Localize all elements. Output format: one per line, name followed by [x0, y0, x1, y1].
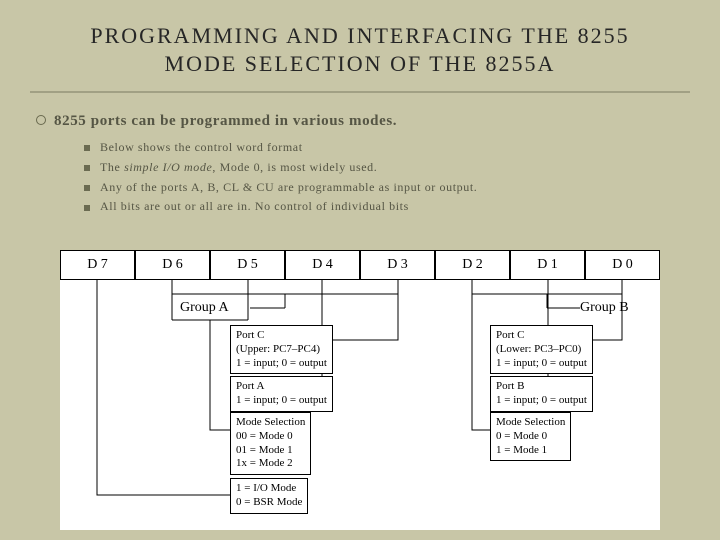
- port-c-lower-box: Port C (Lower: PC3–PC0) 1 = input; 0 = o…: [490, 325, 593, 374]
- mode-b-1: 0 = Mode 0: [496, 430, 565, 444]
- square-bullet-icon: [84, 165, 90, 171]
- port-c-lower-sub: (Lower: PC3–PC0): [496, 343, 587, 357]
- sub-bullet-2-post: , Mode 0, is most widely used.: [212, 160, 377, 174]
- title-line-2: MODE SELECTION OF THE 8255A: [40, 50, 680, 78]
- port-c-lower-title: Port C: [496, 329, 587, 343]
- content: 8255 ports can be programmed in various …: [0, 93, 720, 217]
- diagram: D 7 D 6 D 5 D 4 D 3 D 2 D 1 D 0: [60, 250, 660, 530]
- sub-bullet-4: All bits are out or all are in. No contr…: [84, 197, 684, 217]
- bit-d1: D 1: [510, 250, 585, 280]
- square-bullet-icon: [84, 185, 90, 191]
- bits-row: D 7 D 6 D 5 D 4 D 3 D 2 D 1 D 0: [60, 250, 660, 280]
- port-c-upper-io: 1 = input; 0 = output: [236, 357, 327, 371]
- sub-bullet-1-text: Below shows the control word format: [100, 140, 303, 154]
- bit-d0: D 0: [585, 250, 660, 280]
- port-c-upper-title: Port C: [236, 329, 327, 343]
- sub-bullet-2-em: simple I/O mode: [124, 160, 212, 174]
- main-bullet-text: 8255 ports can be programmed in various …: [54, 113, 397, 130]
- mode-a-1: 00 = Mode 0: [236, 430, 305, 444]
- sub-bullet-4-text: All bits are out or all are in. No contr…: [100, 199, 409, 213]
- bit-d6: D 6: [135, 250, 210, 280]
- title-line-1: PROGRAMMING AND INTERFACING THE 8255: [40, 22, 680, 50]
- port-a-io: 1 = input; 0 = output: [236, 394, 327, 408]
- bit-d2: D 2: [435, 250, 510, 280]
- mode-b-title: Mode Selection: [496, 416, 565, 430]
- bit-d7: D 7: [60, 250, 135, 280]
- sub-bullets: Below shows the control word format The …: [84, 138, 684, 217]
- mode-b-2: 1 = Mode 1: [496, 444, 565, 458]
- circle-bullet-icon: [36, 115, 46, 125]
- sub-bullet-3-text: Any of the ports A, B, CL & CU are progr…: [100, 180, 477, 194]
- port-c-upper-sub: (Upper: PC7–PC4): [236, 343, 327, 357]
- port-b-box: Port B 1 = input; 0 = output: [490, 376, 593, 412]
- d7-mode-box: 1 = I/O Mode 0 = BSR Mode: [230, 478, 308, 514]
- d7-bsr: 0 = BSR Mode: [236, 496, 302, 510]
- sub-bullet-1: Below shows the control word format: [84, 138, 684, 158]
- port-c-lower-io: 1 = input; 0 = output: [496, 357, 587, 371]
- bit-d5: D 5: [210, 250, 285, 280]
- square-bullet-icon: [84, 145, 90, 151]
- port-c-upper-box: Port C (Upper: PC7–PC4) 1 = input; 0 = o…: [230, 325, 333, 374]
- mode-selection-b-box: Mode Selection 0 = Mode 0 1 = Mode 1: [490, 412, 571, 461]
- group-b-label: Group B: [580, 300, 629, 316]
- port-a-box: Port A 1 = input; 0 = output: [230, 376, 333, 412]
- main-bullet: 8255 ports can be programmed in various …: [36, 111, 684, 130]
- mode-a-3: 1x = Mode 2: [236, 457, 305, 471]
- sub-bullet-2: The simple I/O mode, Mode 0, is most wid…: [84, 158, 684, 178]
- group-a-label: Group A: [180, 300, 229, 316]
- sub-bullet-3: Any of the ports A, B, CL & CU are progr…: [84, 178, 684, 198]
- d7-io: 1 = I/O Mode: [236, 482, 302, 496]
- port-b-io: 1 = input; 0 = output: [496, 394, 587, 408]
- mode-a-2: 01 = Mode 1: [236, 444, 305, 458]
- port-a-title: Port A: [236, 380, 327, 394]
- bit-d3: D 3: [360, 250, 435, 280]
- slide: PROGRAMMING AND INTERFACING THE 8255 MOD…: [0, 0, 720, 540]
- title-block: PROGRAMMING AND INTERFACING THE 8255 MOD…: [0, 0, 720, 85]
- port-b-title: Port B: [496, 380, 587, 394]
- bit-d4: D 4: [285, 250, 360, 280]
- divider: [30, 91, 690, 93]
- square-bullet-icon: [84, 205, 90, 211]
- sub-bullet-2-pre: The: [100, 160, 124, 174]
- mode-selection-a-box: Mode Selection 00 = Mode 0 01 = Mode 1 1…: [230, 412, 311, 475]
- mode-a-title: Mode Selection: [236, 416, 305, 430]
